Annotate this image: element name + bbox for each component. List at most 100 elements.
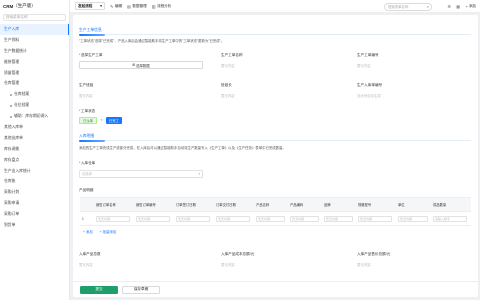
sidebar-item[interactable]: 质量管理: [0, 68, 69, 79]
sidebar-item[interactable]: 采购计划: [0, 187, 69, 198]
chevron-down-icon: ▾: [100, 4, 102, 8]
process-select[interactable]: 发起流程 ▾: [75, 2, 105, 10]
leader-label: 班组长: [221, 83, 232, 87]
plus-icon: +: [465, 4, 468, 9]
submit-button[interactable]: 提交: [80, 285, 118, 294]
sidebar-item[interactable]: 生产出入库统计: [0, 166, 69, 177]
total-qty-value: 暂无内容: [79, 263, 93, 267]
topbar: 发起流程 ▾ ✎ 编辑 ▤ 数据管理 ▥ 流程分析 搜索表单名称 ⌕ ⚙ ▦ +…: [70, 0, 480, 13]
total-cost-label: 入库产品成本总额/元: [221, 252, 255, 256]
table-header-cell: 订单交付日期: [216, 203, 236, 207]
sidebar-item-label: 维修管理: [4, 59, 20, 64]
status-completed[interactable]: 已完工: [105, 117, 122, 124]
app-brand: CRM: [3, 3, 14, 9]
cell-value: 暂无内容: [398, 215, 428, 222]
sidebar-item[interactable]: 维修管理: [0, 57, 69, 68]
database-icon: ▤: [127, 3, 131, 9]
sidebar-item-label: 其他入库单: [4, 124, 23, 129]
quantity-input[interactable]: 请输入数字: [433, 215, 468, 222]
cell-value: 暂无内容: [136, 215, 171, 222]
sidebar-item[interactable]: 采购订单: [0, 209, 69, 220]
sidebar-item-label: 仓库管理: [4, 81, 20, 86]
table-header-cell: 产品编码: [290, 203, 304, 207]
table-icon[interactable]: ▦: [455, 3, 462, 10]
products-label: 产品明细: [79, 188, 94, 192]
table-cell: 暂无内容: [288, 212, 322, 225]
sidebar-item-label: 仓库账: [4, 179, 16, 184]
table-cell: 1: [80, 212, 94, 225]
warehouse-label: *入库仓库: [79, 161, 96, 165]
table-header-cell: 订单签订日期: [176, 203, 196, 207]
select-data-button[interactable]: ⊞ 选择数据: [79, 61, 203, 69]
table-header-cell: 成品数量: [433, 203, 447, 207]
sidebar-item-label: 到货单: [4, 222, 16, 227]
sidebar-item[interactable]: 生产入库: [0, 24, 69, 35]
dot-icon: [10, 104, 12, 107]
table-header-cell: 销售订单名称: [96, 203, 116, 207]
add-batch-button[interactable]: + 批量添加: [100, 229, 116, 234]
products-table: 销售订单名称 销售订单编号 订单签订日期 订单交付日期 产品名称 产品编码 品牌 规格型号 单位…: [80, 197, 471, 226]
sidebar-item[interactable]: 仓库档案: [0, 89, 69, 100]
sidebar-item[interactable]: 到货单: [0, 220, 69, 231]
sidebar-item[interactable]: 生产数据统计: [0, 46, 69, 57]
status-steps: 已派单 ➜ 已完工: [79, 117, 122, 124]
cell-value: 暂无内容: [176, 215, 211, 222]
total-cost-value: 暂无内容: [221, 263, 235, 267]
topbar-actions: ⚙ ▦ + 添加: [446, 0, 480, 13]
search-icon: ⌕: [426, 4, 429, 9]
status-label-text: 工单状态: [80, 109, 96, 113]
warehouse-select[interactable]: 请选择 ▾: [79, 170, 203, 178]
table-cell: 暂无内容: [94, 212, 134, 225]
sidebar-item[interactable]: 其他出库单: [0, 133, 69, 144]
table-header-cell: 单位: [398, 203, 405, 207]
status-dispatched[interactable]: 已派单: [79, 117, 97, 124]
sidebar-item[interactable]: 仓位档案: [0, 100, 69, 111]
sidebar-item[interactable]: 辅助：库存期初调入: [0, 111, 69, 122]
sidebar-item[interactable]: 其他入库单: [0, 122, 69, 133]
order-name-label: 生产工单名称: [221, 53, 243, 57]
sidebar-item[interactable]: 库存调拨: [0, 144, 69, 155]
sidebar-item-label: 生产数据统计: [4, 48, 27, 53]
status-label: *工单状态: [79, 109, 96, 113]
section-divider-highlight: [79, 139, 105, 142]
table-header-cell: 产品名称: [256, 203, 270, 207]
table-actions: + 添加 + 批量添加: [83, 229, 123, 234]
save-draft-button[interactable]: 保存草稿: [122, 285, 160, 294]
add-button[interactable]: + 添加: [466, 4, 476, 9]
sidebar-item[interactable]: 仓库账: [0, 176, 69, 187]
sidebar-item[interactable]: 库存盘点: [0, 155, 69, 166]
warehouse-placeholder: 请选择: [82, 172, 92, 177]
sidebar: CRM （生产版） 搜索菜单名称 生产入库生产领料生产数据统计 维修管理质量管理仓库…: [0, 0, 70, 300]
table-cell: 暂无内容: [396, 212, 431, 225]
flow-analysis-button[interactable]: ▥ 流程分析: [152, 4, 172, 9]
product-group-value: 暂无内容: [79, 94, 93, 98]
order-no-value: 暂无内容: [357, 64, 371, 68]
cell-value: 暂无内容: [216, 215, 251, 222]
sidebar-item[interactable]: 仓库管理: [0, 78, 69, 89]
sidebar-search-input[interactable]: 搜索菜单名称: [3, 14, 66, 21]
data-manage-button[interactable]: ▤ 数据管理: [127, 4, 147, 9]
section-entry-detail-desc: 添加的生产工单完成生产或部分完成，在入库后可以通过智能助手自动将生产数量写入《生…: [79, 146, 286, 150]
form-content: 生产工单信息 "工单状态"选择"已完成"，产品入库后会通过智能助手将生产工单中的…: [73, 15, 478, 281]
sidebar-item[interactable]: 采购申请: [0, 198, 69, 209]
add-row-button[interactable]: + 添加: [83, 229, 93, 234]
add-label: 添加: [468, 4, 476, 8]
entry-no-value: 流水号自动生成: [357, 94, 381, 98]
form-panel: 生产工单信息 "工单状态"选择"已完成"，产品入库后会通过智能助手将生产工单中的…: [73, 15, 478, 297]
table-cell: 暂无内容: [254, 212, 288, 225]
process-select-label: 发起流程: [78, 3, 93, 8]
sidebar-item-label: 生产领料: [4, 37, 20, 42]
form-search-input[interactable]: 搜索表单名称 ⌕: [384, 2, 432, 11]
dot-icon: [10, 115, 12, 118]
app-brand-sub: （生产版）: [13, 3, 36, 8]
edit-label: 编辑: [114, 3, 123, 8]
select-data-label: 选择数据: [136, 63, 150, 68]
sidebar-item-label: 采购申请: [4, 201, 20, 206]
warehouse-label-text: 入库仓库: [80, 161, 96, 165]
gear-icon[interactable]: ⚙: [446, 3, 453, 10]
table-header-row: 销售订单名称 销售订单编号 订单签订日期 订单交付日期 产品名称 产品编码 品牌 规格型号 单位…: [80, 198, 471, 212]
cell-value: 暂无内容: [96, 215, 131, 222]
edit-button[interactable]: ✎ 编辑: [110, 4, 122, 9]
sidebar-item[interactable]: 生产领料: [0, 35, 69, 46]
chart-icon: ▥: [151, 3, 156, 9]
